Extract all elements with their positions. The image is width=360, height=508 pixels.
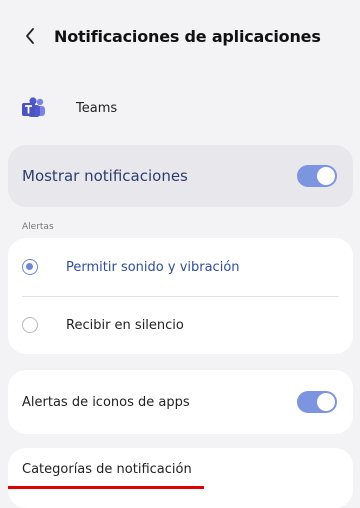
- chevron-left-icon: [26, 28, 34, 44]
- show-notifications-label: Mostrar notificaciones: [22, 167, 188, 185]
- alert-option-label: Permitir sonido y vibración: [66, 259, 240, 275]
- show-notifications-card[interactable]: Mostrar notificaciones: [8, 145, 353, 207]
- alert-option-silent[interactable]: Recibir en silencio: [8, 296, 353, 354]
- back-button[interactable]: [10, 18, 50, 54]
- app-icon-badges-toggle[interactable]: [297, 391, 337, 413]
- alerts-card: Permitir sonido y vibración Recibir en s…: [8, 238, 353, 354]
- radio-unselected-icon[interactable]: [22, 317, 38, 333]
- alert-option-label: Recibir en silencio: [66, 317, 184, 333]
- red-underline-annotation: [8, 486, 204, 489]
- notification-categories-label: Categorías de notificación: [22, 461, 192, 477]
- show-notifications-toggle[interactable]: [297, 165, 337, 187]
- app-icon-badges-label: Alertas de iconos de apps: [22, 394, 190, 410]
- app-name: Teams: [76, 100, 118, 116]
- alerts-section-label: Alertas: [22, 222, 54, 232]
- notification-categories-card[interactable]: Categorías de notificación: [8, 448, 353, 508]
- alert-option-sound[interactable]: Permitir sonido y vibración: [8, 238, 353, 296]
- top-bar: Notificaciones de aplicaciones: [0, 18, 360, 54]
- toggle-knob: [317, 167, 335, 185]
- teams-icon: [22, 97, 45, 117]
- page-title: Notificaciones de aplicaciones: [54, 26, 321, 46]
- toggle-knob: [317, 393, 335, 411]
- app-icon-badges-card[interactable]: Alertas de iconos de apps: [8, 370, 353, 434]
- radio-selected-icon[interactable]: [22, 259, 38, 275]
- app-info: Teams: [20, 90, 117, 126]
